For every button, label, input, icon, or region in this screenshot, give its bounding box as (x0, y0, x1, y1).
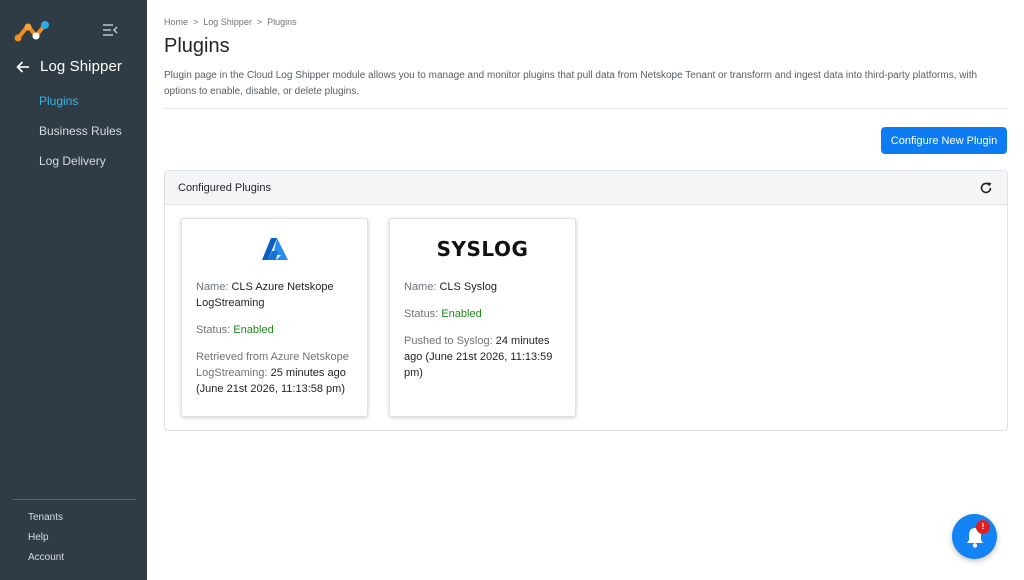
refresh-icon[interactable] (979, 181, 993, 195)
plugin-logo-area (182, 219, 367, 279)
syslog-logo: SYSLOG (436, 237, 529, 261)
plugin-logo-area: SYSLOG (390, 219, 575, 279)
plugin-activity-label: Pushed to Syslog: (404, 335, 493, 347)
sidebar-item-business-rules[interactable]: Business Rules (39, 123, 122, 153)
plugin-card-body: Name: CLS Azure Netskope LogStreaming St… (182, 279, 367, 420)
sidebar-link-tenants[interactable]: Tenants (28, 511, 64, 531)
plugin-status-row: Status: Enabled (404, 306, 561, 322)
sidebar-link-help[interactable]: Help (28, 531, 64, 551)
netskope-logo[interactable] (14, 20, 50, 42)
configure-new-plugin-button[interactable]: Configure New Plugin (881, 127, 1007, 154)
plugin-name-label: Name: (196, 281, 229, 293)
plugin-card-syslog[interactable]: SYSLOG Name: CLS Syslog Status: Enabled … (389, 218, 576, 417)
plugin-status-label: Status: (196, 324, 231, 336)
collapse-sidebar-icon[interactable] (102, 23, 118, 37)
plugin-status-row: Status: Enabled (196, 322, 353, 338)
plugin-name: CLS Syslog (439, 281, 497, 293)
sidebar-item-plugins[interactable]: Plugins (39, 93, 122, 123)
sidebar-bottom-links: Tenants Help Account (28, 511, 64, 571)
plugin-activity-row: Pushed to Syslog: 24 minutes ago (June 2… (404, 333, 561, 381)
sidebar-divider (12, 499, 136, 500)
azure-logo-icon (261, 238, 288, 260)
notifications-button[interactable] (952, 514, 997, 559)
breadcrumb-separator: > (256, 17, 263, 27)
panel-header: Configured Plugins (165, 171, 1007, 205)
configured-plugins-panel: Configured Plugins Name: CLS Azure Netsk… (164, 170, 1008, 431)
page-title: Plugins (164, 35, 230, 57)
plugin-status-label: Status: (404, 308, 439, 320)
plugin-activity-row: Retrieved from Azure Netskope LogStreami… (196, 349, 353, 397)
plugin-name-row: Name: CLS Azure Netskope LogStreaming (196, 279, 353, 311)
breadcrumb: Home > Log Shipper > Plugins (164, 17, 297, 27)
breadcrumb-log-shipper[interactable]: Log Shipper (203, 17, 252, 27)
page-description: Plugin page in the Cloud Log Shipper mod… (164, 70, 978, 97)
plugin-status: Enabled (233, 324, 274, 336)
sidebar-nav: Plugins Business Rules Log Delivery (39, 93, 122, 183)
breadcrumb-current: Plugins (267, 17, 297, 27)
module-title: Log Shipper (40, 58, 122, 75)
plugin-card-azure[interactable]: Name: CLS Azure Netskope LogStreaming St… (181, 218, 368, 417)
notification-badge: ! (976, 520, 990, 534)
sidebar-link-account[interactable]: Account (28, 551, 64, 571)
plugin-status: Enabled (441, 308, 482, 320)
divider (164, 108, 1008, 109)
plugin-card-body: Name: CLS Syslog Status: Enabled Pushed … (390, 279, 575, 404)
module-back-link[interactable]: Log Shipper (16, 58, 122, 75)
breadcrumb-separator: > (193, 17, 199, 27)
sidebar-item-log-delivery[interactable]: Log Delivery (39, 153, 122, 183)
arrow-left-icon (16, 60, 29, 73)
plugin-name-label: Name: (404, 281, 437, 293)
sidebar: Log Shipper Plugins Business Rules Log D… (0, 0, 147, 580)
plugin-name-row: Name: CLS Syslog (404, 279, 561, 295)
breadcrumb-home[interactable]: Home (164, 17, 188, 27)
panel-title: Configured Plugins (178, 181, 271, 194)
